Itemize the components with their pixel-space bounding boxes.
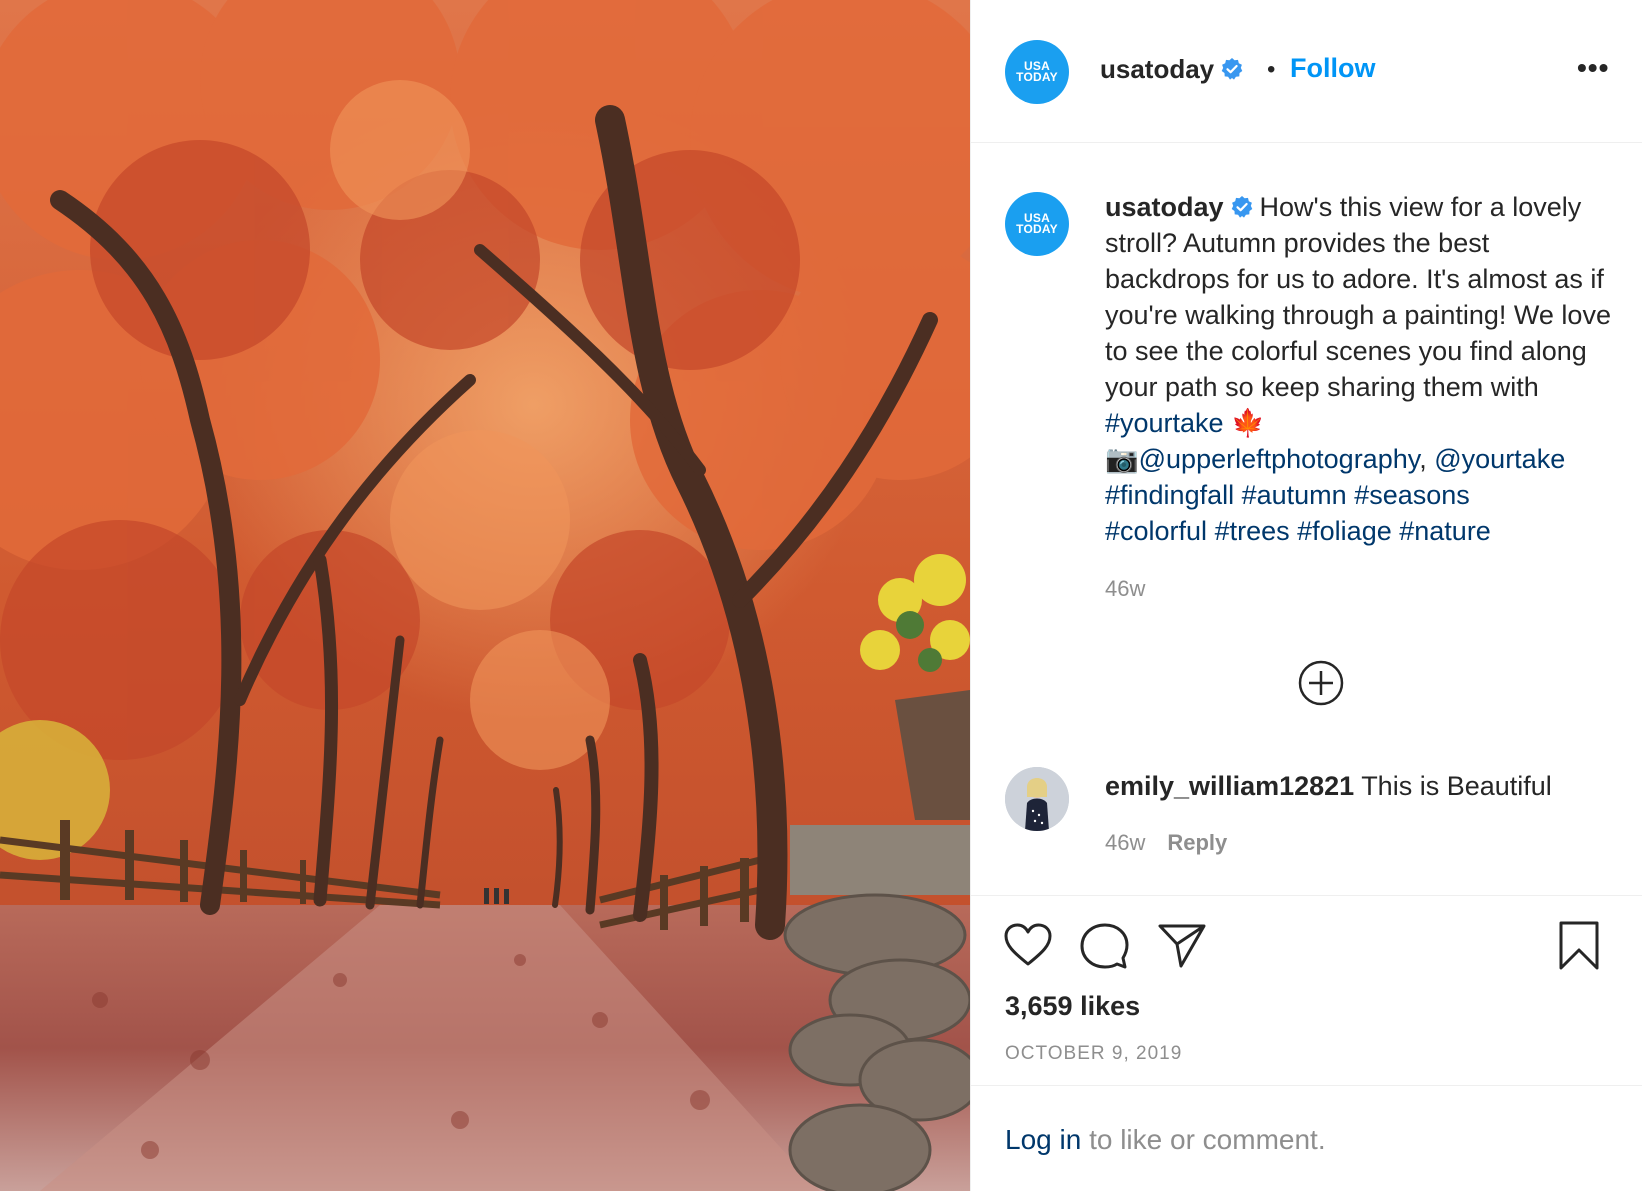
- hashtag-autumn[interactable]: #autumn: [1242, 480, 1347, 510]
- comment-icon[interactable]: [1079, 922, 1129, 970]
- hashtag-colorful[interactable]: #colorful: [1105, 516, 1207, 546]
- avatar-text-today: TODAY: [1016, 70, 1058, 84]
- hashtag-yourtake[interactable]: #yourtake: [1105, 408, 1224, 438]
- maple-leaf-icon: 🍁: [1231, 408, 1265, 438]
- caption-text: usatoday How's this view for a lovely st…: [1105, 189, 1615, 549]
- comment-body: This is Beautiful: [1361, 771, 1552, 801]
- comment-timestamp[interactable]: 46w: [1105, 830, 1145, 855]
- caption-comma: ,: [1419, 444, 1435, 474]
- author-name[interactable]: usatoday: [1100, 54, 1244, 85]
- post-date[interactable]: OCTOBER 9, 2019: [1005, 1043, 1182, 1065]
- heart-icon[interactable]: [1003, 922, 1053, 968]
- commenter-username[interactable]: emily_william12821: [1105, 771, 1354, 801]
- author-username[interactable]: usatoday: [1100, 54, 1214, 84]
- plus-circle-icon[interactable]: [1297, 659, 1345, 707]
- post-actions: 3,659 likes OCTOBER 9, 2019: [971, 895, 1642, 1085]
- post-photo[interactable]: [0, 0, 970, 1191]
- caption-author-avatar[interactable]: USA TODAY: [1005, 192, 1069, 256]
- comment-text: emily_william12821 This is Beautiful: [1105, 771, 1552, 802]
- hashtag-nature[interactable]: #nature: [1399, 516, 1491, 546]
- login-prompt-rest: to like or comment.: [1081, 1124, 1326, 1155]
- verified-badge-icon: [1221, 58, 1243, 80]
- caption-timestamp[interactable]: 46w: [1105, 576, 1145, 602]
- comment-meta: 46w Reply: [1105, 830, 1227, 856]
- hashtag-trees[interactable]: #trees: [1215, 516, 1290, 546]
- mention-yourtake[interactable]: @yourtake: [1434, 444, 1565, 474]
- author-avatar[interactable]: USA TODAY: [1005, 40, 1069, 104]
- likes-count[interactable]: 3,659 likes: [1005, 991, 1140, 1022]
- follow-button[interactable]: Follow: [1290, 53, 1375, 84]
- hashtag-seasons[interactable]: #seasons: [1354, 480, 1470, 510]
- caption-username[interactable]: usatoday: [1105, 192, 1224, 222]
- header-separator-dot: •: [1267, 56, 1276, 83]
- login-prompt: Log in to like or comment.: [971, 1085, 1642, 1191]
- paper-plane-icon[interactable]: [1157, 922, 1207, 970]
- mention-upperleftphotography[interactable]: @upperleftphotography: [1139, 444, 1420, 474]
- login-link[interactable]: Log in: [1005, 1124, 1081, 1155]
- login-prompt-text: Log in to like or comment.: [1005, 1124, 1326, 1156]
- post-header: USA TODAY usatoday • Follow •••: [971, 0, 1642, 143]
- hashtag-findingfall[interactable]: #findingfall: [1105, 480, 1234, 510]
- bookmark-icon[interactable]: [1557, 920, 1601, 972]
- reply-button[interactable]: Reply: [1167, 830, 1227, 855]
- caption-body: How's this view for a lovely stroll? Aut…: [1105, 192, 1611, 402]
- more-options-icon[interactable]: •••: [1577, 52, 1609, 84]
- post-side-panel: USA TODAY usatoday • Follow ••• USA TODA…: [970, 0, 1642, 1191]
- commenter-avatar[interactable]: [1005, 767, 1069, 831]
- autumn-path-image: [0, 0, 970, 1191]
- hashtag-foliage[interactable]: #foliage: [1297, 516, 1392, 546]
- commenter-photo: [1005, 767, 1069, 831]
- verified-badge-icon: [1231, 196, 1252, 218]
- camera-icon: 📷: [1105, 444, 1139, 474]
- avatar-text-today: TODAY: [1016, 222, 1058, 236]
